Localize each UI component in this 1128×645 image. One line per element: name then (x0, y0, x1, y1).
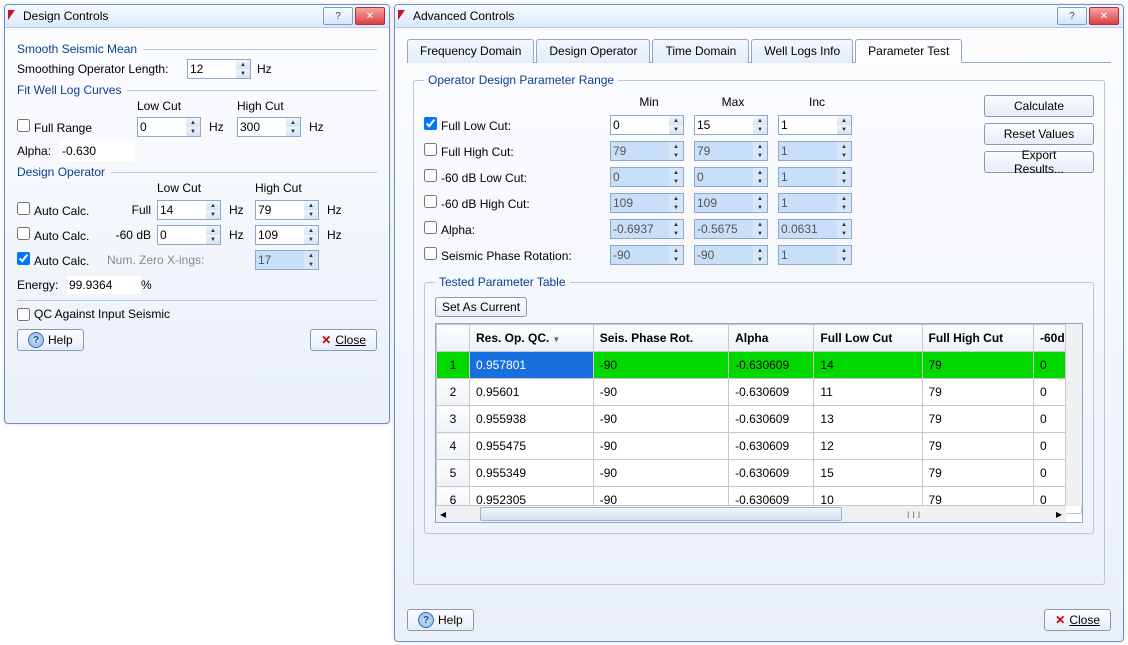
param-min-0[interactable]: ▲▼ (610, 115, 684, 135)
close-titlebar-button[interactable]: ✕ (355, 7, 385, 25)
help-titlebar-button[interactable]: ? (323, 7, 353, 25)
num-xings-label: Num. Zero X-ings: (107, 253, 227, 267)
app-icon (9, 12, 19, 20)
close-titlebar-button[interactable]: ✕ (1089, 7, 1119, 25)
smoothing-label: Smoothing Operator Length: (17, 62, 187, 76)
tested-table-group: Tested Parameter Table Set As Current Re… (424, 275, 1094, 534)
param-min-3: ▲▼ (610, 193, 684, 213)
param-row-3[interactable]: -60 dB High Cut: (424, 195, 604, 211)
param-row-2[interactable]: -60 dB Low Cut: (424, 169, 604, 185)
param-range-legend: Operator Design Parameter Range (424, 73, 618, 87)
adv-titlebar[interactable]: Advanced Controls ? ✕ (395, 5, 1123, 28)
param-inc-2: ▲▼ (778, 167, 852, 187)
table-row[interactable]: 30.955938-90-0.63060913790 (437, 406, 1082, 433)
num-xings-spin: ▲▼ (255, 250, 321, 270)
smooth-section-label: Smooth Seismic Mean (17, 42, 377, 56)
param-max-1: ▲▼ (694, 141, 768, 161)
table-row[interactable]: 10.957801-90-0.63060914790 (437, 352, 1082, 379)
smoothing-spin[interactable]: ▲▼ (187, 59, 251, 79)
tested-legend: Tested Parameter Table (435, 275, 570, 289)
low-cut-hdr: Low Cut (137, 99, 207, 113)
full-range-high-spin[interactable]: ▲▼ (237, 117, 303, 137)
param-inc-3: ▲▼ (778, 193, 852, 213)
vscrollbar[interactable] (1065, 324, 1082, 506)
autocalc-full-check[interactable]: Auto Calc. (17, 202, 107, 218)
param-row-0[interactable]: Full Low Cut: (424, 117, 604, 133)
alpha-label: Alpha: (17, 144, 59, 158)
table-row[interactable]: 50.955349-90-0.63060915790 (437, 460, 1082, 487)
param-min-5: ▲▼ (610, 245, 684, 265)
param-inc-0[interactable]: ▲▼ (778, 115, 852, 135)
design-op-section-label: Design Operator (17, 165, 377, 179)
tab-frequency-domain[interactable]: Frequency Domain (407, 39, 534, 63)
table-row[interactable]: 40.955475-90-0.63060912790 (437, 433, 1082, 460)
tab-time-domain[interactable]: Time Domain (652, 39, 749, 63)
param-min-2: ▲▼ (610, 167, 684, 187)
autocalc-xings-check[interactable]: Auto Calc. (17, 252, 107, 268)
alpha-input[interactable] (59, 141, 135, 161)
tab-design-operator[interactable]: Design Operator (536, 39, 650, 63)
m60-low-spin[interactable]: ▲▼ (157, 225, 223, 245)
help-button[interactable]: ?Help (17, 329, 84, 351)
min-hdr: Min (610, 95, 688, 109)
full-high-spin[interactable]: ▲▼ (255, 200, 321, 220)
qc-check[interactable]: QC Against Input Seismic (17, 307, 377, 321)
help-titlebar-button[interactable]: ? (1057, 7, 1087, 25)
param-max-0[interactable]: ▲▼ (694, 115, 768, 135)
param-row-1[interactable]: Full High Cut: (424, 143, 604, 159)
close-button[interactable]: ✕Close (310, 329, 377, 351)
adv-title: Advanced Controls (413, 9, 1055, 23)
advanced-controls-window: Advanced Controls ? ✕ Frequency Domain D… (394, 4, 1124, 642)
fit-section-label: Fit Well Log Curves (17, 83, 377, 97)
energy-value (67, 276, 141, 294)
calculate-button[interactable]: Calculate (984, 95, 1094, 117)
param-min-1: ▲▼ (610, 141, 684, 161)
design-controls-window: Design Controls ? ✕ Smooth Seismic Mean … (4, 4, 390, 424)
full-low-spin[interactable]: ▲▼ (157, 200, 223, 220)
tab-parameter-test[interactable]: Parameter Test (855, 39, 962, 63)
param-inc-5: ▲▼ (778, 245, 852, 265)
high-cut-hdr: High Cut (237, 99, 307, 113)
tabbar: Frequency Domain Design Operator Time Do… (407, 38, 1111, 63)
param-max-4: ▲▼ (694, 219, 768, 239)
energy-label: Energy: (17, 278, 67, 292)
m60-high-spin[interactable]: ▲▼ (255, 225, 321, 245)
hscrollbar[interactable]: ◂ııı▸ (436, 505, 1066, 522)
reset-values-button[interactable]: Reset Values (984, 123, 1094, 145)
inc-hdr: Inc (778, 95, 856, 109)
param-max-3: ▲▼ (694, 193, 768, 213)
adv-close-button[interactable]: ✕Close (1044, 609, 1111, 631)
param-max-2: ▲▼ (694, 167, 768, 187)
set-as-current-button[interactable]: Set As Current (435, 297, 527, 317)
design-title: Design Controls (23, 9, 321, 23)
param-max-5: ▲▼ (694, 245, 768, 265)
param-inc-4: ▲▼ (778, 219, 852, 239)
tested-table[interactable]: Res. Op. QC.▼Seis. Phase Rot.AlphaFull L… (435, 323, 1083, 523)
export-results-button[interactable]: Export Results... (984, 151, 1094, 173)
full-range-low-spin[interactable]: ▲▼ (137, 117, 203, 137)
param-min-4: ▲▼ (610, 219, 684, 239)
param-range-group: Operator Design Parameter Range Min Max … (413, 73, 1105, 585)
adv-help-button[interactable]: ?Help (407, 609, 474, 631)
max-hdr: Max (694, 95, 772, 109)
full-range-check[interactable]: Full Range (17, 119, 137, 135)
table-row[interactable]: 20.95601-90-0.63060911790 (437, 379, 1082, 406)
autocalc-60-check[interactable]: Auto Calc. (17, 227, 107, 243)
design-titlebar[interactable]: Design Controls ? ✕ (5, 5, 389, 28)
param-inc-1: ▲▼ (778, 141, 852, 161)
param-row-4[interactable]: Alpha: (424, 221, 604, 237)
app-icon (399, 12, 409, 20)
tab-well-logs-info[interactable]: Well Logs Info (751, 39, 853, 63)
param-row-5[interactable]: Seismic Phase Rotation: (424, 247, 604, 263)
